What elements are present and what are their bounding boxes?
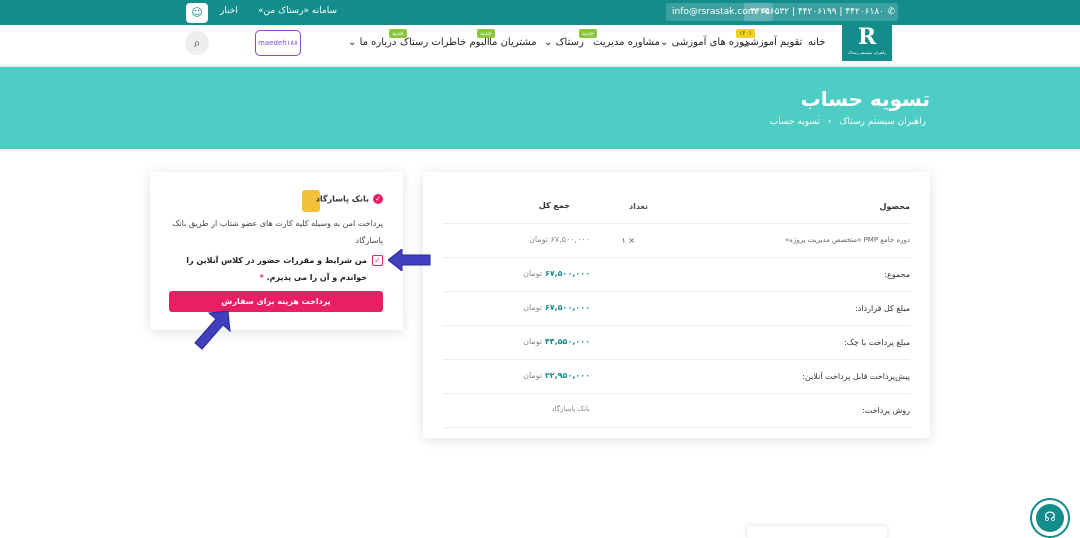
header-qty: تعداد — [629, 202, 648, 211]
order-review-card: محصول تعداد جمع کل دوره جامع PMP «متخصص … — [423, 172, 930, 438]
terms-text: من شرایط و مقررات حضور در کلاس آنلاین را… — [186, 256, 367, 282]
prepay-value: ۲۲,۹۵۰,۰۰۰ — [544, 371, 590, 380]
cheque-value: ۴۴,۵۵۰,۰۰۰ — [544, 337, 590, 346]
item-price-unit: تومان — [529, 235, 548, 244]
payment-card: ✓ بانک پاسارگاد پرداخت امن به وسیله کلیه … — [150, 172, 403, 330]
nav-rastak-label: رستاک — [555, 37, 584, 48]
item-name: دوره جامع PMP «متخصص مدیریت پروژه» — [785, 236, 910, 244]
item-price: ۶۷,۵۰۰,۰۰۰ تومان — [529, 235, 590, 244]
chatbot-icon[interactable]: ☺ — [186, 3, 208, 23]
arrow-to-checkbox — [388, 249, 431, 271]
main-nav: ⌕ maedeh۱۸۸ درباره ما ⌄ آلبوم خاطرات رست… — [0, 25, 1080, 67]
nav-consulting[interactable]: مشاوره مدیریت — [593, 37, 660, 48]
page-title: تسویه حساب — [800, 87, 930, 111]
header-product: محصول — [879, 202, 910, 211]
logo-mark: R — [857, 24, 877, 50]
page-header: تسویه حساب راهبران سیستم رستاک › تسویه حسا… — [0, 67, 1080, 149]
phone-icon: ✆ — [887, 7, 895, 17]
nav-album[interactable]: آلبوم خاطرات رستاک — [400, 37, 490, 48]
table-row: مجموع: ۶۷,۵۰۰,۰۰۰ تومان — [443, 258, 910, 292]
top-bar: ☺ اخبار سامانه «رستاک من» info@rsrastak.… — [0, 0, 1080, 25]
new-badge: جدید — [477, 29, 495, 38]
table-header-row: محصول تعداد جمع کل — [443, 190, 910, 224]
cheque-price: ۴۴,۵۵۰,۰۰۰ تومان — [523, 337, 590, 346]
check-circle-icon: ✓ — [373, 194, 383, 204]
phone-contact[interactable]: ۴۴۲۰۶۱۸۰ | ۴۴۲۰۶۱۹۹ | ۴۴۲۵۶۵۳۲ ✆ — [744, 3, 898, 21]
breadcrumb: راهبران سیستم رستاک › تسویه حساب — [766, 117, 930, 127]
breadcrumb-home[interactable]: راهبران سیستم رستاک — [840, 117, 927, 127]
subtotal-value: ۶۷,۵۰۰,۰۰۰ — [544, 269, 590, 278]
support-chat-button[interactable]: ☊ — [1030, 498, 1070, 538]
phone-text: ۴۴۲۰۶۱۸۰ | ۴۴۲۰۶۱۹۹ | ۴۴۲۵۶۵۳۲ — [750, 7, 884, 17]
item-price-value: ۶۷,۵۰۰,۰۰۰ — [550, 235, 590, 244]
payment-description: پرداخت امن به وسیله کلیه کارت های عضو شت… — [172, 219, 383, 245]
table-row: دوره جامع PMP «متخصص مدیریت پروژه» × ۱ ۶… — [443, 224, 910, 258]
nav-calendar[interactable]: تقویم آموزشی — [742, 37, 802, 48]
prepay-unit: تومان — [523, 371, 543, 380]
prepay-label: پیش‌پرداخت قابل پرداخت آنلاین: — [802, 372, 910, 381]
nav-home[interactable]: خانه — [808, 37, 825, 48]
news-link[interactable]: اخبار — [220, 6, 238, 16]
nav-courses-label: دوره های آموزشی — [671, 37, 749, 48]
new-badge: جدید — [389, 29, 407, 38]
terms-label: من شرایط و مقررات حضور در کلاس آنلاین را… — [169, 252, 383, 286]
table-row: مبلغ پرداخت با چک: ۴۴,۵۵۰,۰۰۰ تومان — [443, 326, 910, 360]
site-logo[interactable]: R راهبران سیستم رستاک — [842, 25, 892, 61]
table-row: مبلغ کل قرارداد: ۶۷,۵۰۰,۰۰۰ تومان — [443, 292, 910, 326]
contract-unit: تومان — [523, 303, 543, 312]
breadcrumb-separator: › — [827, 117, 832, 127]
logo-tagline: راهبران سیستم رستاک — [847, 50, 887, 55]
required-mark: * — [259, 273, 264, 282]
cheque-label: مبلغ پرداخت با چک: — [844, 338, 910, 347]
nav-courses[interactable]: دوره های آموزشی ⌄ — [660, 37, 748, 48]
breadcrumb-current: تسویه حساب — [769, 117, 820, 127]
arrow-to-button — [194, 310, 231, 350]
nav-about[interactable]: درباره ما ⌄ — [348, 37, 396, 48]
prepay-price: ۲۲,۹۵۰,۰۰۰ تومان — [523, 371, 590, 380]
subtotal-price: ۶۷,۵۰۰,۰۰۰ تومان — [523, 269, 590, 278]
header-total: جمع کل — [538, 201, 570, 210]
system-link[interactable]: سامانه «رستاک من» — [258, 6, 337, 16]
payment-method-option[interactable]: ✓ بانک پاسارگاد — [316, 194, 383, 204]
search-icon[interactable]: ⌕ — [185, 31, 209, 55]
table-row: روش پرداخت: بانک پاسارگاد — [443, 394, 910, 428]
contract-label: مبلغ کل قرارداد: — [855, 304, 910, 313]
item-qty: × ۱ — [621, 236, 635, 245]
table-row: پیش‌پرداخت قابل پرداخت آنلاین: ۲۲,۹۵۰,۰۰… — [443, 360, 910, 394]
bank-name: بانک پاسارگاد — [315, 194, 369, 204]
floating-widget — [747, 526, 887, 538]
cheque-unit: تومان — [523, 337, 543, 346]
method-value: بانک پاسارگاد — [551, 405, 590, 413]
method-label: روش پرداخت: — [862, 406, 910, 415]
headset-icon: ☊ — [1036, 504, 1064, 532]
subtotal-label: مجموع: — [884, 270, 910, 279]
contract-value: ۶۷,۵۰۰,۰۰۰ — [544, 303, 590, 312]
nav-about-label: درباره ما — [359, 37, 397, 48]
new-badge: جدید — [579, 29, 597, 38]
nav-customers[interactable]: مشتریان ما — [489, 37, 537, 48]
year-badge: ۱۴۰۱ — [736, 29, 755, 38]
subtotal-unit: تومان — [523, 269, 543, 278]
nav-rastak[interactable]: رستاک ⌄ — [544, 37, 584, 48]
contract-price: ۶۷,۵۰۰,۰۰۰ تومان — [523, 303, 590, 312]
user-account-button[interactable]: maedeh۱۸۸ — [255, 30, 301, 56]
